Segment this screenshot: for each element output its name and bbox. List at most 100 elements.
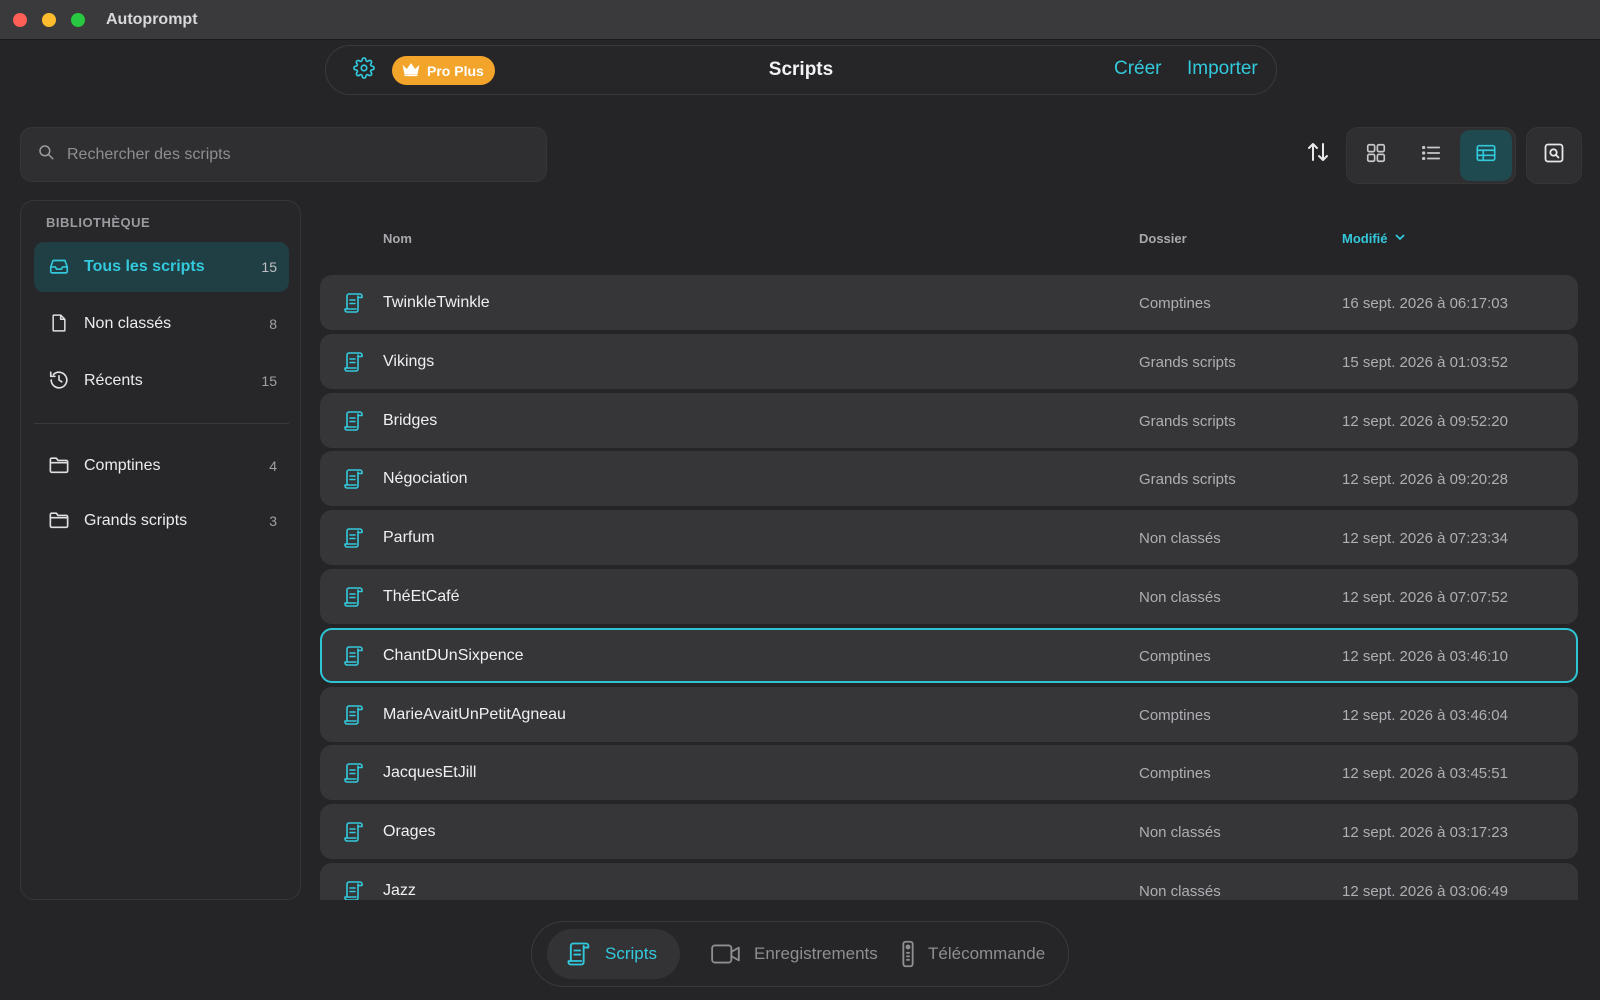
sort-button[interactable] [1304, 140, 1332, 168]
script-icon [342, 644, 366, 668]
script-icon [342, 409, 366, 433]
remote-icon [900, 940, 916, 968]
pro-plus-badge[interactable]: Pro Plus [392, 56, 495, 85]
sidebar-item-count: 3 [269, 513, 277, 529]
row-folder: Grands scripts [1139, 413, 1236, 430]
row-folder: Grands scripts [1139, 471, 1236, 488]
create-button[interactable]: Créer [1114, 58, 1162, 80]
row-folder: Non classés [1139, 530, 1221, 547]
search-icon [37, 143, 55, 166]
row-folder: Non classés [1139, 589, 1221, 606]
table-row[interactable]: Négociation Grands scripts 12 sept. 2026 à… [320, 451, 1578, 506]
sidebar-item-count: 15 [261, 259, 277, 275]
table-row[interactable]: Parfum Non classés 12 sept. 2026 à 07:23:3… [320, 510, 1578, 565]
row-name: Parfum [383, 529, 435, 546]
title-bar: Autoprompt [0, 0, 1600, 40]
search-box[interactable] [20, 127, 547, 182]
tab-label: Télécommande [928, 944, 1046, 963]
sidebar-item-label: Comptines [84, 457, 161, 474]
row-folder: Non classés [1139, 824, 1221, 841]
script-icon [342, 467, 366, 491]
script-icon [342, 761, 366, 785]
row-name: TwinkleTwinkle [383, 294, 490, 311]
bottom-tab-bar: Scripts Enregistrements Télécommande [531, 921, 1069, 987]
row-name: ChantDUnSixpence [383, 647, 524, 664]
row-modified: 12 sept. 2026 à 03:45:51 [1342, 765, 1508, 782]
sidebar-item-recent[interactable]: Récents 15 [34, 356, 289, 406]
import-button[interactable]: Importer [1187, 58, 1258, 80]
table-row[interactable]: Orages Non classés 12 sept. 2026 à 03:17:2… [320, 804, 1578, 859]
grid-view-button[interactable] [1350, 130, 1402, 181]
sidebar-item-uncategorized[interactable]: Non classés 8 [34, 299, 289, 349]
row-modified: 12 sept. 2026 à 03:46:10 [1342, 648, 1508, 665]
row-folder: Comptines [1139, 295, 1211, 312]
script-icon [342, 879, 366, 900]
table-row[interactable]: Vikings Grands scripts 15 sept. 2026 à 01:… [320, 334, 1578, 389]
sidebar-divider [34, 423, 289, 424]
tab-scripts[interactable]: Scripts [547, 929, 680, 979]
app-window: Autoprompt Pro Plus Scripts Créer Import… [0, 0, 1600, 1000]
column-header-folder[interactable]: Dossier [1139, 231, 1187, 246]
row-folder: Comptines [1139, 648, 1211, 665]
row-name: Bridges [383, 412, 438, 429]
tab-recordings[interactable]: Enregistrements [692, 929, 878, 979]
crown-icon [401, 61, 421, 80]
settings-button[interactable] [352, 56, 376, 84]
minimize-window-button[interactable] [42, 13, 56, 27]
sidebar-folder-comptines[interactable]: Comptines 4 [34, 441, 289, 491]
table-view-button[interactable] [1460, 130, 1512, 181]
sidebar-item-label: Grands scripts [84, 512, 188, 529]
sidebar-folder-grands-scripts[interactable]: Grands scripts 3 [34, 496, 289, 546]
sidebar-item-all-scripts[interactable]: Tous les scripts 15 [34, 242, 289, 292]
row-folder: Grands scripts [1139, 354, 1236, 371]
list-view-button[interactable] [1405, 130, 1457, 181]
preview-button[interactable] [1526, 127, 1582, 184]
table-row[interactable]: Jazz Non classés 12 sept. 2026 à 03:06:49 [320, 863, 1578, 900]
table-row[interactable]: TwinkleTwinkle Comptines 16 sept. 2026 à 0… [320, 275, 1578, 330]
script-icon [342, 291, 366, 315]
grid-icon [1365, 142, 1387, 169]
row-modified: 12 sept. 2026 à 03:06:49 [1342, 883, 1508, 900]
window-title: Autoprompt [106, 11, 198, 28]
header-bar: Pro Plus Scripts Créer Importer [325, 45, 1277, 95]
row-name: ThéEtCafé [383, 588, 460, 605]
table-row[interactable]: MarieAvaitUnPetitAgneau Comptines 12 sept.… [320, 687, 1578, 742]
table-row[interactable]: ThéEtCafé Non classés 12 sept. 2026 à 07:0… [320, 569, 1578, 624]
tab-label: Scripts [605, 944, 657, 963]
sidebar-item-label: Récents [84, 372, 143, 389]
table-row[interactable]: ChantDUnSixpence Comptines 12 sept. 2026 à… [320, 628, 1578, 683]
sidebar-item-label: Non classés [84, 315, 172, 332]
view-mode-switcher [1346, 127, 1516, 184]
tab-remote[interactable]: Télécommande [882, 929, 1057, 979]
gear-icon [353, 56, 375, 84]
tab-label: Enregistrements [754, 944, 878, 963]
column-header-name[interactable]: Nom [383, 231, 412, 246]
row-folder: Non classés [1139, 883, 1221, 900]
table-row[interactable]: Bridges Grands scripts 12 sept. 2026 à 09:… [320, 393, 1578, 448]
document-icon [48, 312, 70, 334]
row-modified: 12 sept. 2026 à 07:23:34 [1342, 530, 1508, 547]
script-icon [565, 940, 593, 968]
sidebar-item-label: Tous les scripts [84, 258, 205, 275]
search-document-icon [1542, 141, 1566, 170]
scripts-table: TwinkleTwinkle Comptines 16 sept. 2026 à 0… [320, 275, 1580, 900]
zoom-window-button[interactable] [71, 13, 85, 27]
search-input[interactable] [67, 145, 527, 164]
row-name: JacquesEtJill [383, 764, 477, 781]
column-header-modified-label: Modifié [1342, 231, 1388, 246]
folder-icon [48, 454, 70, 476]
column-header-modified[interactable]: Modifié [1342, 231, 1406, 246]
pro-plus-label: Pro Plus [427, 62, 484, 79]
script-icon [342, 820, 366, 844]
sidebar-item-count: 4 [269, 458, 277, 474]
close-window-button[interactable] [13, 13, 27, 27]
row-name: MarieAvaitUnPetitAgneau [383, 706, 566, 723]
script-icon [342, 350, 366, 374]
row-modified: 12 sept. 2026 à 09:20:28 [1342, 471, 1508, 488]
row-name: Jazz [383, 882, 416, 899]
script-icon [342, 526, 366, 550]
row-name: Vikings [383, 353, 435, 370]
list-icon [1419, 142, 1443, 169]
row-modified: 12 sept. 2026 à 07:07:52 [1342, 589, 1508, 606]
table-row[interactable]: JacquesEtJill Comptines 12 sept. 2026 à 03… [320, 745, 1578, 800]
